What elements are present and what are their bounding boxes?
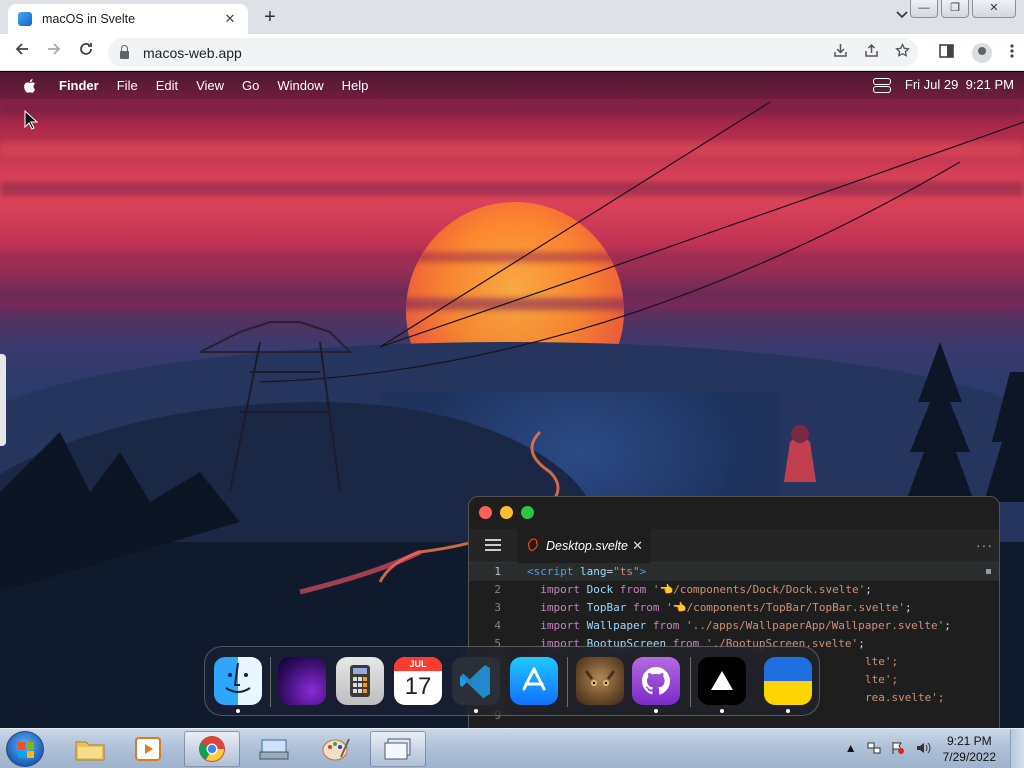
- menu-bar-time: 9:21 PM: [965, 77, 1014, 92]
- window-controls: — ❐ ✕: [907, 0, 1016, 18]
- running-indicator: [236, 709, 240, 713]
- editor-tab-title: Desktop.svelte: [546, 539, 628, 553]
- more-menu-icon[interactable]: [1010, 44, 1014, 62]
- running-indicator: [786, 709, 790, 713]
- reload-icon[interactable]: [74, 41, 98, 65]
- dock-separator: [567, 657, 568, 707]
- menu-view[interactable]: View: [187, 78, 233, 93]
- taskbar-keyboard-icon[interactable]: [246, 731, 302, 767]
- side-drawer-handle[interactable]: [0, 354, 6, 446]
- code-line: 4 import Wallpaper from '../apps/Wallpap…: [494, 619, 951, 632]
- lock-icon: [120, 44, 129, 59]
- code-line: 1 <script lang="ts">: [469, 563, 999, 581]
- taskbar-explorer-icon[interactable]: [62, 731, 118, 767]
- editor-tab-bar: Desktop.svelte ✕ ···: [469, 529, 999, 563]
- new-tab-button[interactable]: +: [259, 6, 281, 28]
- menu-bar-clock[interactable]: Fri Jul 29 9:21 PM: [905, 77, 1014, 92]
- running-indicator: [474, 709, 478, 713]
- dock-vercel-icon[interactable]: [698, 657, 746, 705]
- close-window-dot[interactable]: [479, 506, 492, 519]
- dock-separator: [690, 657, 691, 707]
- editor-tab-close-icon[interactable]: ✕: [632, 538, 643, 554]
- more-actions-icon[interactable]: ···: [976, 537, 993, 553]
- minimize-button[interactable]: —: [910, 0, 938, 18]
- menu-file[interactable]: File: [108, 78, 147, 93]
- running-indicator: [654, 709, 658, 713]
- restore-button[interactable]: ❐: [941, 0, 969, 18]
- address-bar[interactable]: macos-web.app: [108, 38, 918, 67]
- menu-edit[interactable]: Edit: [147, 78, 187, 93]
- tab-close-icon[interactable]: ✕: [222, 11, 238, 27]
- system-tray: ▲ 9:21 PM 7/29/2022: [845, 729, 1024, 768]
- close-window-button[interactable]: ✕: [972, 0, 1016, 18]
- browser-tabstrip: macOS in Svelte ✕ + — ❐ ✕: [0, 0, 1024, 34]
- browser-tab[interactable]: macOS in Svelte ✕: [8, 4, 248, 34]
- svelte-file-icon: [527, 538, 538, 554]
- menu-help[interactable]: Help: [333, 78, 378, 93]
- network-icon[interactable]: [867, 741, 881, 758]
- start-button[interactable]: [6, 731, 44, 767]
- finder-favicon-icon: [18, 12, 32, 26]
- taskbar-date: 7/29/2022: [942, 750, 996, 764]
- dock-cat-app-icon[interactable]: [576, 657, 624, 705]
- windows-logo-icon: [18, 742, 34, 758]
- traffic-lights: [479, 506, 534, 519]
- bookmark-star-icon[interactable]: [895, 42, 910, 61]
- action-center-flag-icon[interactable]: [891, 741, 905, 758]
- calendar-month: JUL: [394, 657, 442, 671]
- dock-appstore-icon[interactable]: [510, 657, 558, 705]
- install-app-icon[interactable]: [833, 43, 848, 61]
- menu-window[interactable]: Window: [268, 78, 332, 93]
- menu-finder[interactable]: Finder: [50, 78, 108, 93]
- profile-avatar-icon[interactable]: [972, 43, 992, 63]
- editor-scroll-marker[interactable]: [986, 569, 991, 574]
- taskbar-time: 9:21 PM: [946, 734, 992, 748]
- url-text: macos-web.app: [143, 44, 242, 61]
- dock-ukraine-icon[interactable]: [764, 657, 812, 705]
- dock-separator: [270, 657, 271, 707]
- macos-menu-bar: Finder File Edit View Go Window Help Fri…: [0, 72, 1024, 99]
- zoom-window-dot[interactable]: [521, 506, 534, 519]
- dock-vscode-icon[interactable]: [452, 657, 500, 705]
- dock-calendar-icon[interactable]: JUL 17: [394, 657, 442, 705]
- apple-logo-icon[interactable]: [22, 78, 36, 94]
- share-icon[interactable]: [864, 43, 879, 61]
- taskbar-clock[interactable]: 9:21 PM 7/29/2022: [943, 733, 996, 765]
- mouse-pointer-icon: [24, 110, 38, 130]
- minimize-window-dot[interactable]: [500, 506, 513, 519]
- taskbar-media-player-icon[interactable]: [120, 731, 176, 767]
- running-indicator: [720, 709, 724, 713]
- editor-tab-desktop[interactable]: Desktop.svelte ✕: [517, 529, 651, 563]
- dock-calculator-icon[interactable]: [336, 657, 384, 705]
- tab-title: macOS in Svelte: [42, 12, 136, 26]
- forward-arrow-icon[interactable]: [42, 41, 66, 65]
- taskbar-chrome-icon[interactable]: [184, 731, 240, 767]
- code-line: 3 import TopBar from '👈/components/TopBa…: [494, 601, 912, 614]
- browser-toolbar: macos-web.app: [0, 34, 1024, 71]
- hamburger-menu-icon[interactable]: [485, 539, 501, 551]
- calendar-day: 17: [404, 673, 432, 700]
- menu-bar-date: Fri Jul 29: [904, 77, 959, 92]
- taskbar-paint-icon[interactable]: [308, 731, 364, 767]
- dock: JUL 17: [204, 646, 820, 716]
- code-line: 2 import Dock from '👈/components/Dock/Do…: [494, 583, 872, 596]
- menu-go[interactable]: Go: [233, 78, 268, 93]
- windows-taskbar: ▲ 9:21 PM 7/29/2022: [0, 728, 1024, 768]
- side-panel-icon[interactable]: [939, 44, 954, 62]
- dock-github-icon[interactable]: [632, 657, 680, 705]
- macos-desktop: Finder File Edit View Go Window Help Fri…: [0, 72, 1024, 728]
- dock-finder-icon[interactable]: [214, 657, 262, 705]
- tray-expand-icon[interactable]: ▲: [845, 741, 857, 758]
- volume-icon[interactable]: [915, 741, 931, 758]
- back-arrow-icon[interactable]: [10, 41, 34, 65]
- control-center-icon[interactable]: [872, 77, 891, 93]
- taskbar-window-switcher-icon[interactable]: [370, 731, 426, 767]
- dock-wallpapers-icon[interactable]: [278, 657, 326, 705]
- show-desktop-button[interactable]: [1010, 729, 1024, 768]
